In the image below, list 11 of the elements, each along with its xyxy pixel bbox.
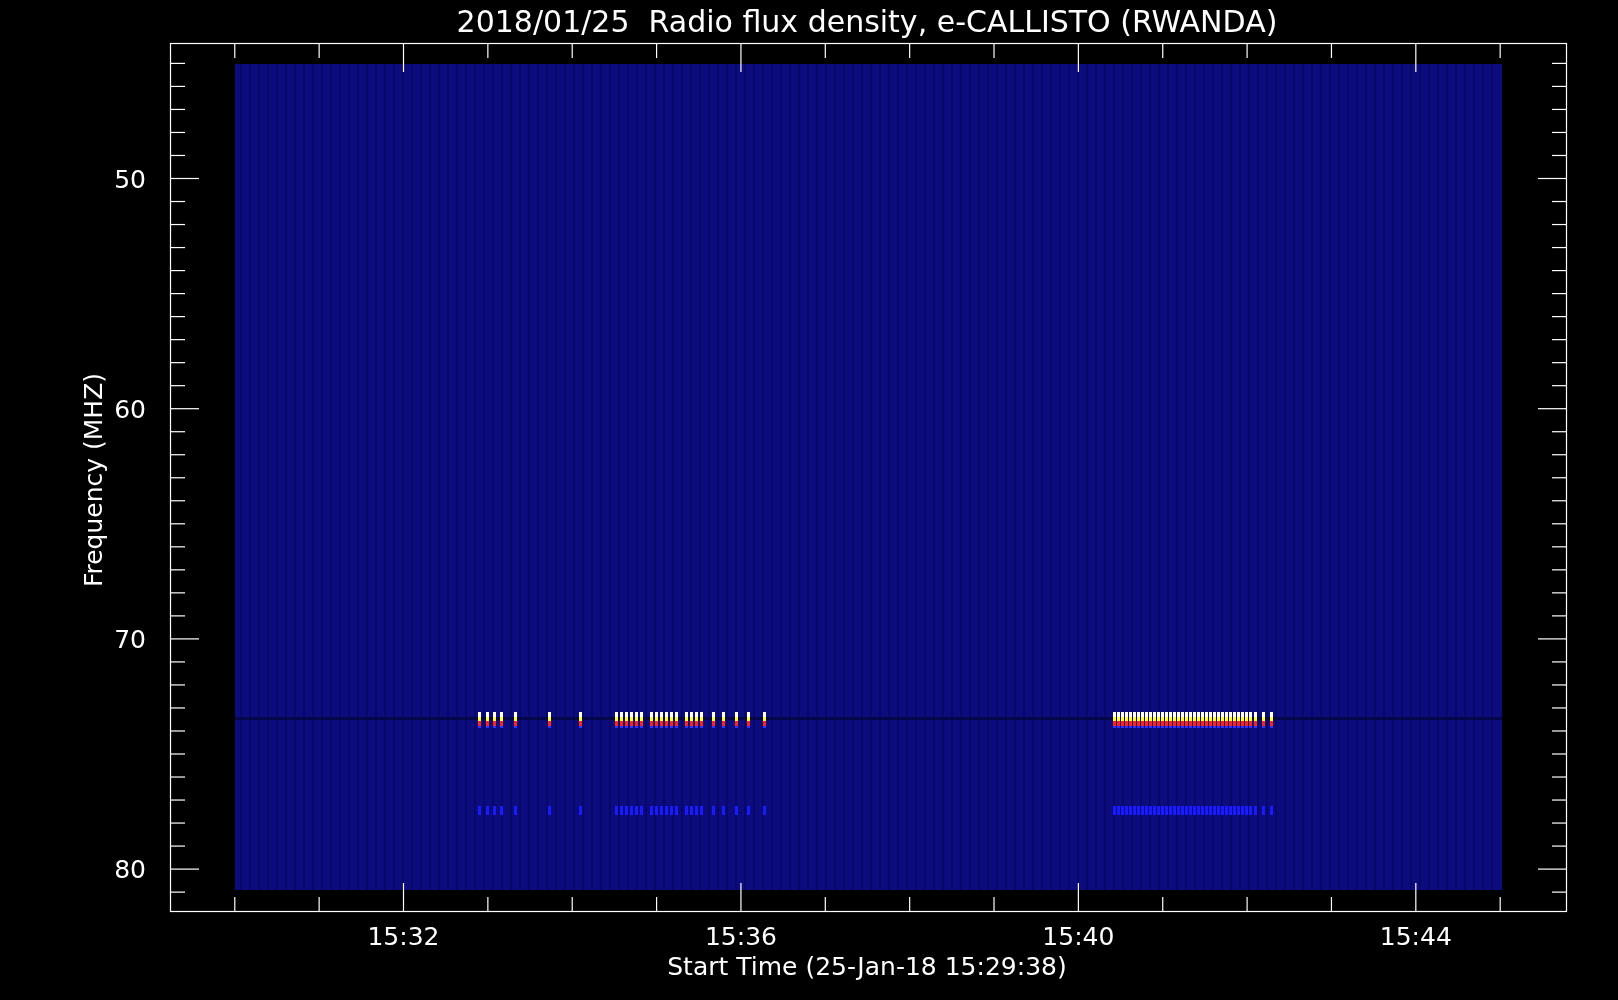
chart-title: 2018/01/25 Radio flux density, e-CALLISTO (RWANDA) (456, 4, 1278, 39)
x-axis-label: Start Time (25-Jan-18 15:29:38) (667, 952, 1067, 981)
x-tick-label: 15:40 (1042, 922, 1115, 951)
y-tick-label: 70 (114, 624, 146, 654)
y-tick-label: 50 (114, 164, 146, 194)
y-axis-label: Frequency (MHZ) (79, 372, 108, 588)
y-tick-label: 60 (114, 394, 146, 424)
y-tick-label: 80 (114, 855, 146, 885)
x-tick-label: 15:44 (1379, 922, 1452, 951)
x-tick-label: 15:32 (367, 922, 440, 951)
x-tick-label: 15:36 (704, 922, 777, 951)
